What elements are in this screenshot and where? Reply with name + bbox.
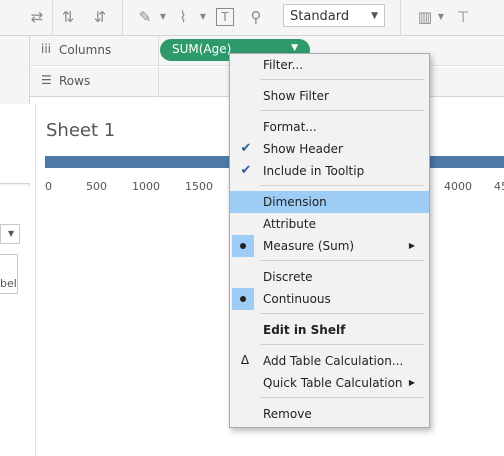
toolbar: ⇄ ⇅ ⇵ ✎ ▼ ⌇ ▼ T ⚲ Standard ▼ ▥ ▼ ⊤ <box>0 0 504 36</box>
swap-rows-columns-icon[interactable]: ⇄ <box>26 6 48 28</box>
shelf-divider <box>158 67 159 97</box>
sort-ascending-icon[interactable]: ⇅ <box>57 6 79 28</box>
axis-tick-label: 1000 <box>132 180 160 193</box>
menu-item-remove[interactable]: Remove <box>230 403 429 425</box>
menu-item-add-table-calculation[interactable]: Δ Add Table Calculation... <box>230 350 429 372</box>
axis-tick-label: 500 <box>86 180 107 193</box>
axis-tick-label: 45 <box>494 180 504 193</box>
rows-label: Rows <box>59 74 91 88</box>
pages-card <box>0 104 30 184</box>
menu-separator <box>260 185 424 186</box>
menu-item-quick-table-calculation[interactable]: Quick Table Calculation ▶ <box>230 372 429 394</box>
menu-item-label: Quick Table Calculation <box>263 376 403 390</box>
mark-type-value: Standard <box>290 9 350 24</box>
menu-separator <box>260 110 424 111</box>
axis-tick-label: 1500 <box>185 180 213 193</box>
menu-separator <box>260 313 424 314</box>
pin-icon[interactable]: ⚲ <box>245 6 267 28</box>
toolbar-divider <box>400 0 401 36</box>
menu-separator <box>260 79 424 80</box>
submenu-arrow-icon: ▶ <box>408 378 415 387</box>
menu-item-include-in-tooltip[interactable]: ✔ Include in Tooltip <box>230 160 429 182</box>
chevron-down-icon[interactable]: ▼ <box>291 43 298 53</box>
mark-type-select[interactable]: Standard ▼ <box>283 4 385 27</box>
chevron-down-icon[interactable]: ▼ <box>199 11 207 23</box>
menu-item-label: Continuous <box>263 292 331 306</box>
menu-item-label: Measure (Sum) <box>263 239 355 253</box>
highlight-pen-icon[interactable]: ✎ <box>134 6 156 28</box>
radio-selected-icon <box>232 288 254 310</box>
menu-item-label: Filter... <box>263 58 304 72</box>
chevron-down-icon[interactable]: ▼ <box>159 11 167 23</box>
sort-descending-icon[interactable]: ⇵ <box>89 6 111 28</box>
paperclip-icon[interactable]: ⌇ <box>172 6 194 28</box>
checkmark-icon: ✔ <box>240 163 252 178</box>
menu-item-label: Discrete <box>263 270 313 284</box>
show-me-chart-icon[interactable]: ▥ <box>414 6 436 28</box>
menu-item-discrete[interactable]: Discrete <box>230 266 429 288</box>
shelf-divider <box>158 36 159 66</box>
menu-item-format[interactable]: Format... <box>230 116 429 138</box>
menu-item-measure-sum[interactable]: Measure (Sum) ▶ <box>230 235 429 257</box>
chevron-down-icon: ▼ <box>8 229 15 238</box>
menu-item-show-header[interactable]: ✔ Show Header <box>230 138 429 160</box>
menu-item-label: Format... <box>263 120 317 134</box>
columns-label: Columns <box>59 43 112 57</box>
menu-item-label: Show Header <box>263 142 343 156</box>
menu-item-label: Add Table Calculation... <box>263 354 404 368</box>
toolbar-divider <box>122 0 123 36</box>
menu-item-attribute[interactable]: Attribute <box>230 213 429 235</box>
label-button-text: bel <box>0 277 17 290</box>
sheet-title: Sheet 1 <box>46 120 116 141</box>
menu-item-label: Include in Tooltip <box>263 164 365 178</box>
menu-item-dimension[interactable]: Dimension <box>230 191 429 213</box>
submenu-arrow-icon: ▶ <box>408 241 415 250</box>
menu-item-label: Dimension <box>263 195 327 209</box>
radio-selected-icon <box>232 235 254 257</box>
menu-item-label: Remove <box>263 407 312 421</box>
mark-type-dropdown[interactable]: ▼ <box>0 224 20 244</box>
axis-tick-label: 0 <box>45 180 52 193</box>
axis-tick-label: 4000 <box>444 180 472 193</box>
text-label-icon[interactable]: T <box>216 8 234 26</box>
menu-separator <box>260 344 424 345</box>
pill-label: SUM(Age) <box>172 42 232 56</box>
toolbar-divider <box>52 0 53 36</box>
menu-separator <box>260 397 424 398</box>
menu-separator <box>260 260 424 261</box>
menu-item-show-filter[interactable]: Show Filter <box>230 85 429 107</box>
pill-context-menu: Filter... Show Filter Format... ✔ Show H… <box>229 53 430 428</box>
checkmark-icon: ✔ <box>240 141 252 156</box>
chevron-down-icon[interactable]: ▼ <box>437 11 445 23</box>
menu-item-label: Edit in Shelf <box>263 323 346 337</box>
tableau-workspace: ⇄ ⇅ ⇵ ✎ ▼ ⌇ ▼ T ⚲ Standard ▼ ▥ ▼ ⊤ ▼ bel… <box>0 0 504 456</box>
menu-item-label: Attribute <box>263 217 316 231</box>
menu-item-continuous[interactable]: Continuous <box>230 288 429 310</box>
presentation-mode-icon[interactable]: ⊤ <box>452 6 474 28</box>
chevron-down-icon: ▼ <box>371 11 378 21</box>
menu-item-label: Show Filter <box>263 89 329 103</box>
menu-item-filter[interactable]: Filter... <box>230 54 429 76</box>
menu-item-edit-in-shelf[interactable]: Edit in Shelf <box>230 319 429 341</box>
delta-icon: Δ <box>240 353 250 367</box>
rows-icon: ☰ <box>41 73 52 87</box>
columns-icon: iii <box>41 42 52 56</box>
